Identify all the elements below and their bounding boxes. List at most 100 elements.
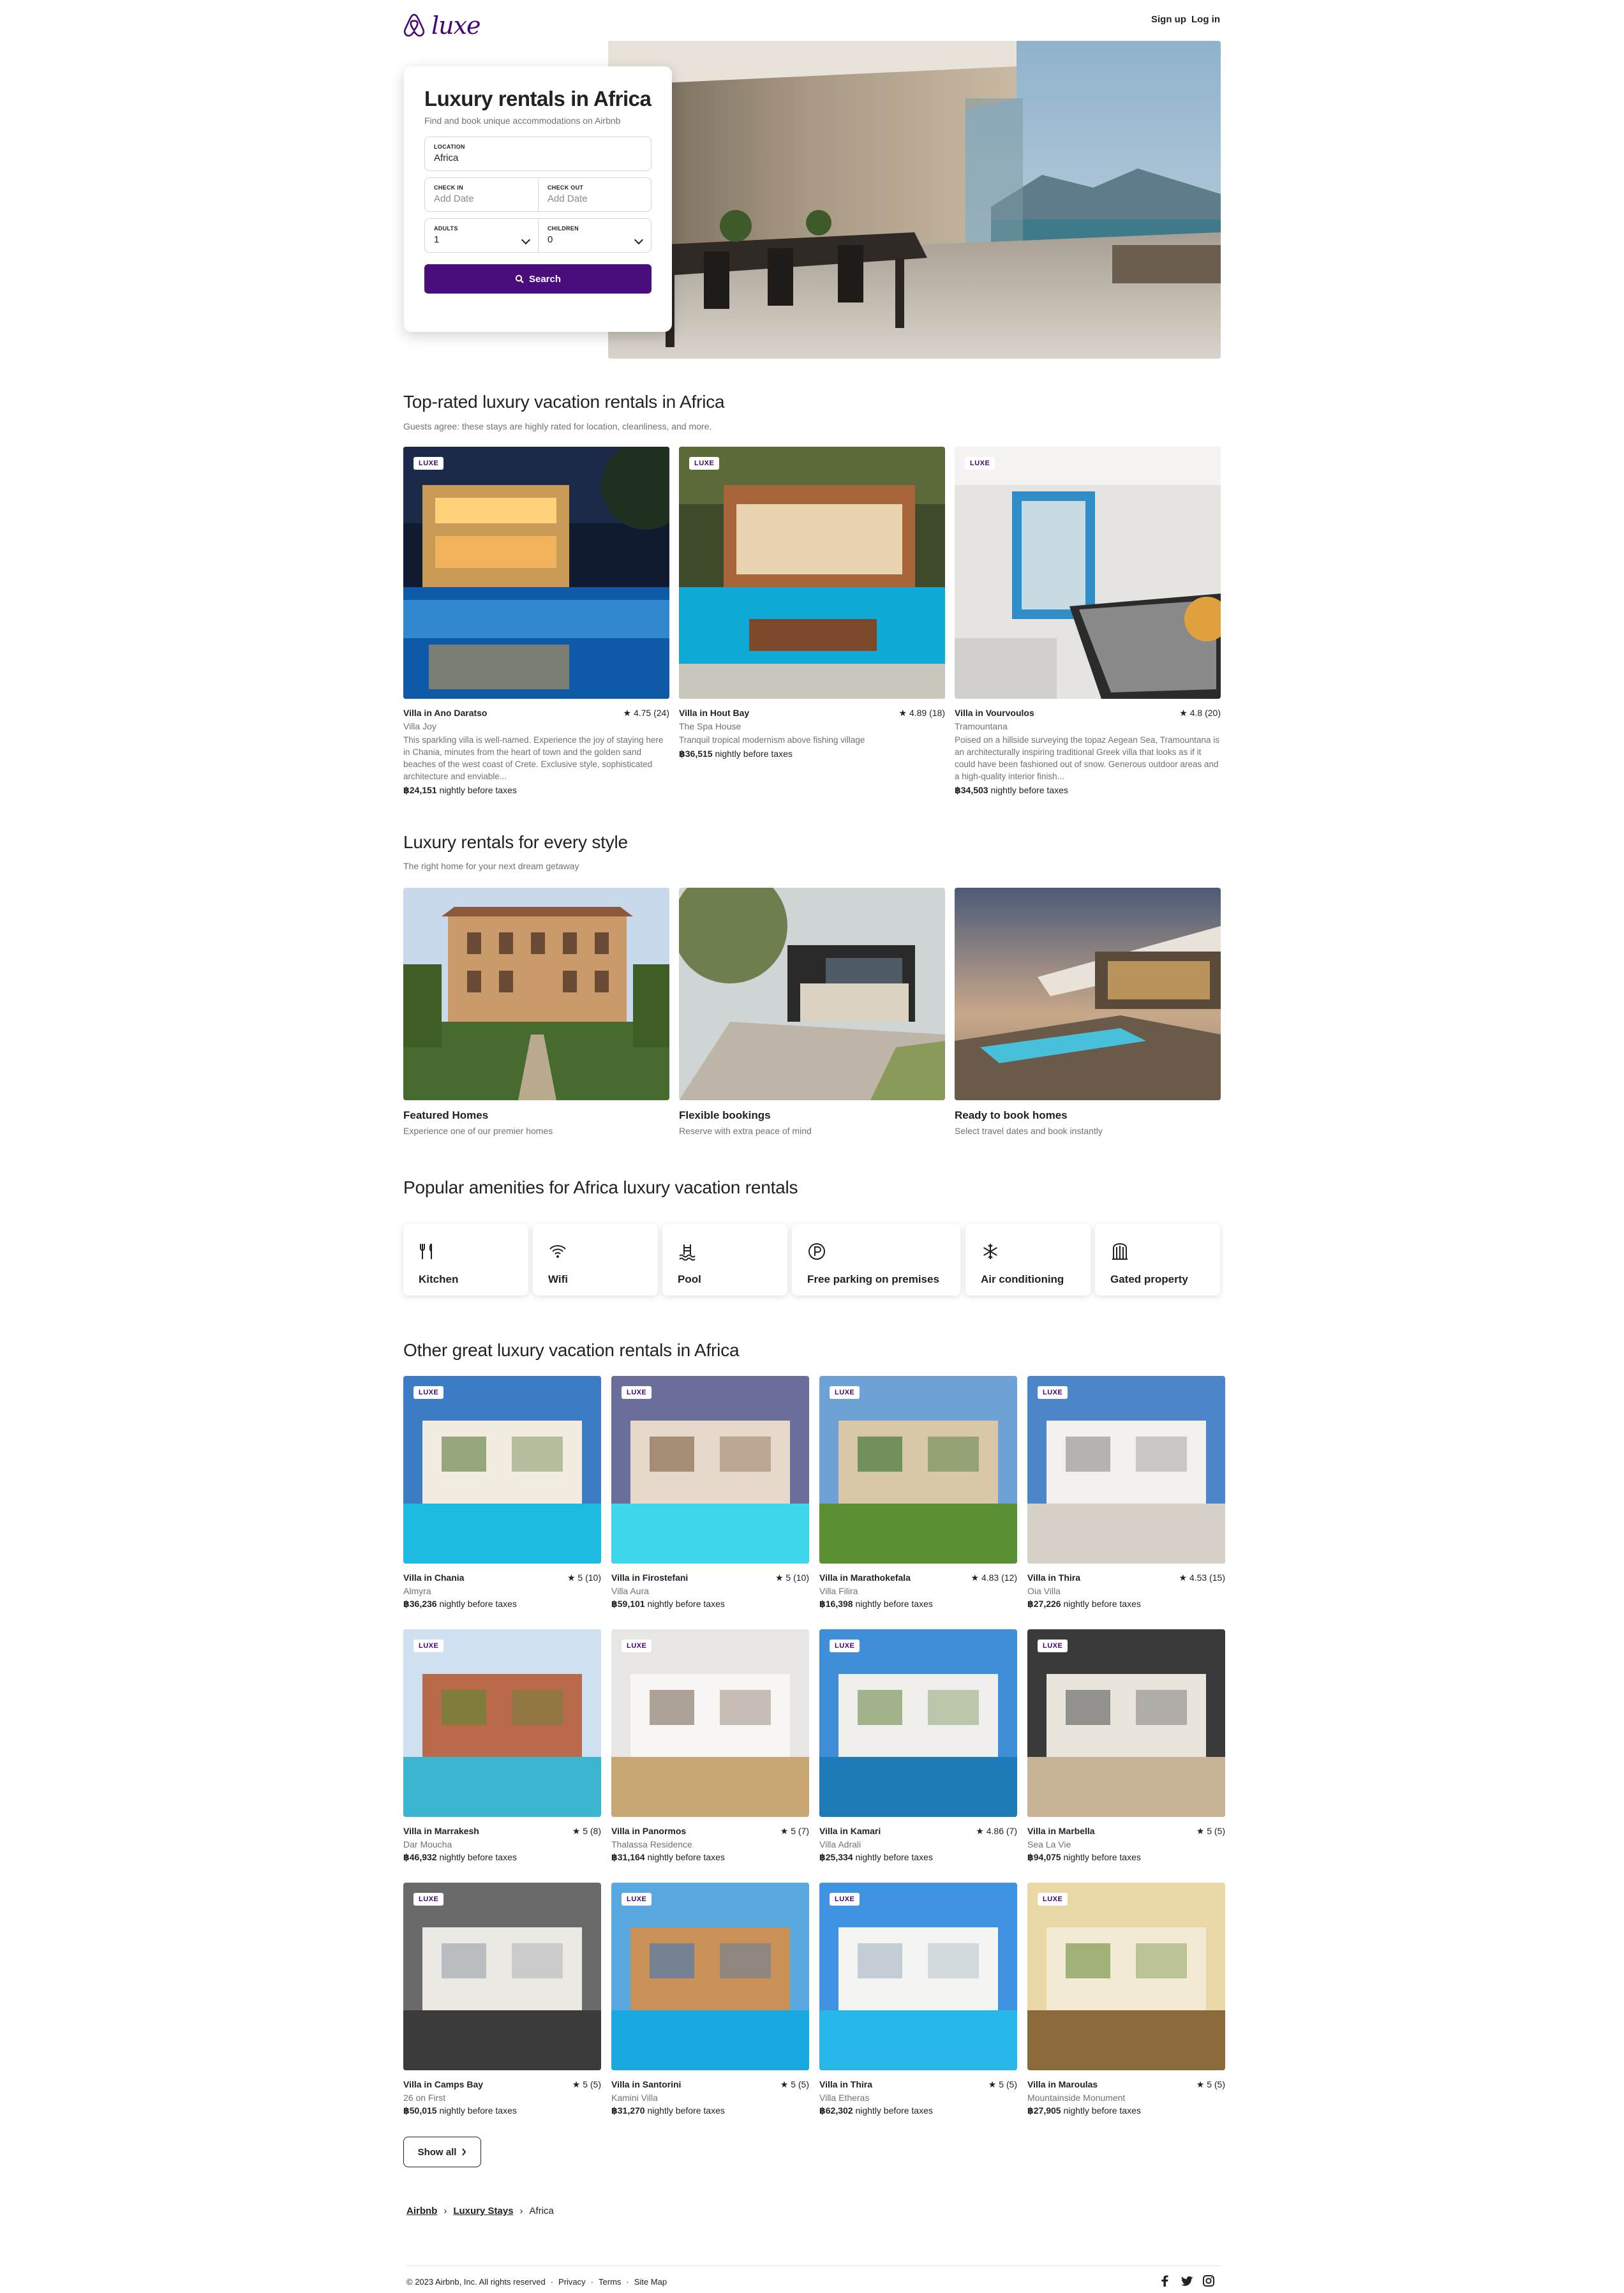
- check-out-field[interactable]: CHECK OUT Add Date: [538, 177, 652, 212]
- listing-location: Villa in Hout Bay: [679, 708, 750, 718]
- listing-price-suffix: nightly before taxes: [436, 785, 517, 795]
- listing-photo: LUXE: [1027, 1376, 1225, 1564]
- luxe-badge: LUXE: [413, 457, 444, 470]
- luxe-badge: LUXE: [830, 1639, 860, 1652]
- check-in-placeholder: Add Date: [434, 193, 474, 204]
- listing-name: 26 on First: [403, 2093, 446, 2103]
- log-in-link[interactable]: Log in: [1191, 14, 1220, 25]
- luxe-badge: LUXE: [413, 1639, 444, 1652]
- luxe-logo[interactable]: luxe: [403, 11, 481, 40]
- listing-description: Poised on a hillside surveying the topaz…: [955, 735, 1220, 781]
- listing-card[interactable]: LUXE Villa in Panormos ★ 5 (7) Thalassa Res…: [611, 1629, 809, 1863]
- listing-price-suffix: nightly before taxes: [644, 1599, 725, 1609]
- luxe-badge: LUXE: [1038, 1386, 1068, 1399]
- sign-up-link[interactable]: Sign up: [1151, 14, 1186, 25]
- location-field[interactable]: LOCATION Africa: [424, 137, 652, 171]
- site-map-link[interactable]: Site Map: [634, 2277, 667, 2287]
- footer-dot: ·: [550, 2277, 554, 2287]
- children-select[interactable]: CHILDREN 0: [538, 218, 652, 253]
- footer-dot: ·: [626, 2277, 629, 2287]
- twitter-icon[interactable]: [1181, 2274, 1193, 2287]
- listing-price: ฿25,334: [819, 1852, 853, 1862]
- copyright: © 2023 Airbnb, Inc. All rights reserved: [406, 2277, 546, 2287]
- listing-rating: ★ 5 (5): [780, 2079, 809, 2089]
- listing-name: Kamini Villa: [611, 2093, 658, 2103]
- style-title: Featured Homes: [403, 1109, 489, 1121]
- listing-card[interactable]: LUXE Villa in Hout Bay ★ 4.89 (18) The Sp…: [679, 447, 945, 759]
- listing-card[interactable]: LUXE Villa in Camps Bay ★ 5 (5) 26 on First…: [403, 1883, 601, 2116]
- listing-card[interactable]: LUXE Villa in Santorini ★ 5 (5) Kamini Vill…: [611, 1883, 809, 2116]
- breadcrumb-current: Africa: [529, 2206, 554, 2216]
- listing-photo: LUXE: [403, 447, 669, 699]
- snowflake-icon: [983, 1244, 997, 1259]
- breadcrumb-airbnb[interactable]: Airbnb: [406, 2206, 437, 2216]
- listing-price-suffix: nightly before taxes: [1061, 1599, 1141, 1609]
- luxe-wordmark: luxe: [431, 11, 481, 40]
- show-all-button[interactable]: Show all: [403, 2137, 481, 2167]
- amenities-title: Popular amenities for Africa luxury vaca…: [403, 1177, 798, 1197]
- listing-card[interactable]: LUXE Villa in Thira ★ 5 (5) Villa Etheras ฿6…: [819, 1883, 1017, 2116]
- listing-card[interactable]: LUXE Villa in Marbella ★ 5 (5) Sea La Vie ฿9…: [1027, 1629, 1225, 1863]
- amenity-gated-property[interactable]: Gated property: [1095, 1224, 1220, 1296]
- listing-card[interactable]: LUXE Villa in Marrakesh ★ 5 (8) Dar Moucha ฿…: [403, 1629, 601, 1863]
- children-label: CHILDREN: [548, 225, 579, 232]
- luxe-badge: LUXE: [622, 1639, 652, 1652]
- listing-card[interactable]: LUXE Villa in Firostefani ★ 5 (10) Villa Au…: [611, 1376, 809, 1610]
- listing-card[interactable]: LUXE Villa in Kamari ★ 4.86 (7) Villa Adral…: [819, 1629, 1017, 1863]
- listing-location: Villa in Maroulas: [1027, 2079, 1098, 2089]
- check-in-field[interactable]: CHECK IN Add Date: [424, 177, 538, 212]
- listing-name: Thalassa Residence: [611, 1839, 692, 1849]
- terms-link[interactable]: Terms: [599, 2277, 621, 2287]
- luxe-badge: LUXE: [830, 1893, 860, 1906]
- footer-dot: ·: [590, 2277, 594, 2287]
- style-card-ready-to-book[interactable]: Ready to book homes Select travel dates …: [955, 888, 1221, 1136]
- parking-icon: [808, 1243, 825, 1260]
- style-title: Flexible bookings: [679, 1109, 771, 1121]
- listing-name: Dar Moucha: [403, 1839, 452, 1849]
- listing-location: Villa in Santorini: [611, 2079, 682, 2089]
- listing-card[interactable]: LUXE Villa in Thira ★ 4.53 (15) Oia Villa ฿2…: [1027, 1376, 1225, 1610]
- other-rentals-title: Other great luxury vacation rentals in A…: [403, 1340, 740, 1360]
- instagram-icon[interactable]: [1202, 2274, 1215, 2287]
- facebook-icon[interactable]: [1159, 2274, 1172, 2287]
- listing-price: ฿34,503: [955, 785, 988, 795]
- listing-card[interactable]: LUXE Villa in Ano Daratso ★ 4.75 (24) Vil…: [403, 447, 669, 796]
- listing-card[interactable]: LUXE Villa in Marathokefala ★ 4.83 (12) Vil…: [819, 1376, 1017, 1610]
- listing-photo: LUXE: [611, 1376, 809, 1564]
- search-button[interactable]: Search: [424, 264, 652, 294]
- listing-name: Oia Villa: [1027, 1586, 1061, 1596]
- listing-photo: LUXE: [611, 1629, 809, 1817]
- style-card-featured[interactable]: Featured Homes Experience one of our pre…: [403, 888, 669, 1136]
- amenity-kitchen[interactable]: Kitchen: [403, 1224, 528, 1296]
- luxe-badge: LUXE: [965, 457, 995, 470]
- amenity-air-conditioning[interactable]: Air conditioning: [965, 1224, 1091, 1296]
- listing-price: ฿94,075: [1027, 1852, 1061, 1862]
- amenity-label: Pool: [678, 1273, 701, 1285]
- listing-price-suffix: nightly before taxes: [644, 2105, 725, 2116]
- show-all-label: Show all: [417, 2146, 457, 2158]
- amenity-pool[interactable]: Pool: [662, 1224, 787, 1296]
- style-subtitle: Reserve with extra peace of mind: [679, 1126, 812, 1136]
- amenity-label: Free parking on premises: [807, 1273, 939, 1285]
- style-card-flexible[interactable]: Flexible bookings Reserve with extra pea…: [679, 888, 945, 1136]
- amenity-wifi[interactable]: Wifi: [533, 1224, 658, 1296]
- listing-card[interactable]: LUXE Villa in Maroulas ★ 5 (5) Mountainside…: [1027, 1883, 1225, 2116]
- wifi-icon: [549, 1245, 566, 1258]
- listing-card[interactable]: LUXE Villa in Vourvoulos ★ 4.8 (20) Tramo…: [955, 447, 1221, 796]
- listing-name: Sea La Vie: [1027, 1839, 1071, 1849]
- listing-rating: ★ 5 (10): [567, 1572, 601, 1583]
- listing-price-suffix: nightly before taxes: [436, 1599, 517, 1609]
- listing-card[interactable]: LUXE Villa in Chania ★ 5 (10) Almyra ฿36,236…: [403, 1376, 601, 1610]
- listing-price-suffix: nightly before taxes: [1061, 1852, 1141, 1862]
- listing-name: Tramountana: [955, 721, 1008, 731]
- listing-photo: LUXE: [955, 447, 1221, 699]
- amenity-parking[interactable]: Free parking on premises: [792, 1224, 960, 1296]
- airbnb-belo-icon: [403, 13, 425, 37]
- listing-price: ฿59,101: [611, 1599, 645, 1609]
- privacy-link[interactable]: Privacy: [558, 2277, 586, 2287]
- adults-select[interactable]: ADULTS 1: [424, 218, 538, 253]
- kitchen-icon: [420, 1243, 432, 1259]
- listing-name: Mountainside Monument: [1027, 2093, 1126, 2103]
- listing-location: Villa in Marathokefala: [819, 1572, 911, 1583]
- breadcrumb-luxury-stays[interactable]: Luxury Stays: [453, 2206, 513, 2216]
